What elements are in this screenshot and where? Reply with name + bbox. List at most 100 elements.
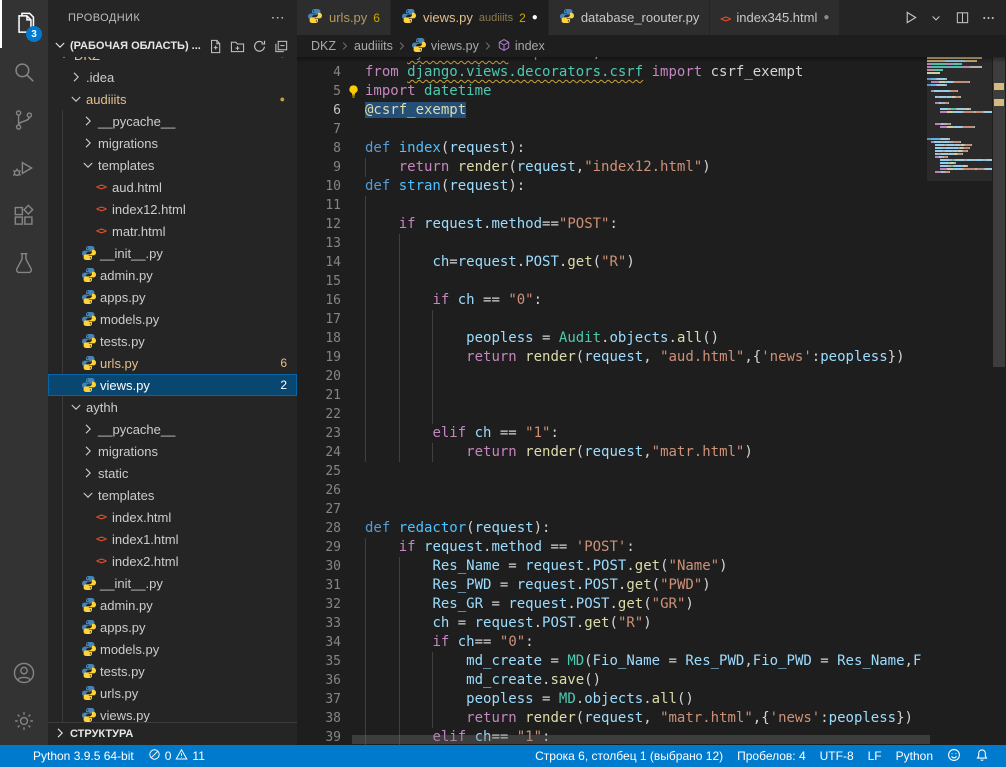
code-line-12[interactable]: 12 if request.method=="POST":: [297, 215, 1006, 234]
collapse-all-button[interactable]: [271, 36, 291, 56]
activity-search-button[interactable]: [0, 48, 48, 96]
tab-views.py[interactable]: views.pyaudiiits2●: [391, 0, 549, 35]
tree-item-matr.html[interactable]: <>matr.html: [48, 220, 297, 242]
tree-item-static[interactable]: static: [48, 462, 297, 484]
lightbulb-icon[interactable]: [346, 84, 361, 105]
tree-item-apps.py[interactable]: apps.py: [48, 616, 297, 638]
tab-database_roouter.py[interactable]: database_roouter.py: [549, 0, 711, 35]
activity-run-and-debug-button[interactable]: [0, 144, 48, 192]
status-language-mode[interactable]: Python: [889, 745, 940, 767]
code-line-28[interactable]: 28def redactor(request):: [297, 519, 1006, 538]
code-line-5[interactable]: 5import datetime: [297, 82, 1006, 101]
outline-section-header[interactable]: СТРУКТУРА: [48, 722, 297, 745]
modified-dot-icon[interactable]: ●: [823, 12, 829, 23]
status-feedback[interactable]: [940, 745, 968, 767]
code-line-33[interactable]: 33 ch = request.POST.get("R"): [297, 614, 1006, 633]
tree-item-templates[interactable]: templates: [48, 154, 297, 176]
tree-item-views.py[interactable]: views.py: [48, 704, 297, 723]
activity-settings-button[interactable]: [0, 697, 48, 745]
status-notifications[interactable]: [968, 745, 996, 767]
tree-item-tests.py[interactable]: tests.py: [48, 330, 297, 352]
activity-explorer-button[interactable]: 3: [0, 0, 48, 48]
code-line-38[interactable]: 38 return render(request, "matr.html",{'…: [297, 709, 1006, 728]
status-eol[interactable]: LF: [861, 745, 889, 767]
explorer-more-actions-icon[interactable]: ⋯: [271, 9, 285, 26]
code-line-8[interactable]: 8def index(request):: [297, 139, 1006, 158]
code-line-11[interactable]: 11: [297, 196, 1006, 215]
tree-item-__init__.py[interactable]: __init__.py: [48, 242, 297, 264]
tab-index345.html[interactable]: <>index345.html●: [710, 0, 840, 35]
tree-item-aythh[interactable]: aythh: [48, 396, 297, 418]
code-line-27[interactable]: 27: [297, 500, 1006, 519]
tree-item-models.py[interactable]: models.py: [48, 308, 297, 330]
code-line-23[interactable]: 23 elif ch == "1":: [297, 424, 1006, 443]
tree-item-urls.py[interactable]: urls.py: [48, 682, 297, 704]
tree-item-DKZ[interactable]: DKZ●: [48, 57, 297, 66]
code-line-36[interactable]: 36 md_create.save(): [297, 671, 1006, 690]
tree-item-.idea[interactable]: .idea: [48, 66, 297, 88]
code-line-30[interactable]: 30 Res_Name = request.POST.get("Name"): [297, 557, 1006, 576]
status-cursor-position[interactable]: Строка 6, столбец 1 (выбрано 12): [528, 745, 730, 767]
code-line-19[interactable]: 19 return render(request, "aud.html",{'n…: [297, 348, 1006, 367]
code-line-20[interactable]: 20: [297, 367, 1006, 386]
code-line-32[interactable]: 32 Res_GR = request.POST.get("GR"): [297, 595, 1006, 614]
workspace-section-header[interactable]: (РАБОЧАЯ ОБЛАСТЬ) ...: [48, 35, 297, 57]
tree-item-models.py[interactable]: models.py: [48, 638, 297, 660]
code-line-4[interactable]: 4from django.views.decorators.csrf impor…: [297, 63, 1006, 82]
code-line-31[interactable]: 31 Res_PWD = request.POST.get("PWD"): [297, 576, 1006, 595]
status-encoding[interactable]: UTF-8: [813, 745, 861, 767]
tree-item-index2.html[interactable]: <>index2.html: [48, 550, 297, 572]
new-file-button[interactable]: [205, 36, 225, 56]
vertical-scrollbar[interactable]: [992, 57, 1006, 745]
tree-item-tests.py[interactable]: tests.py: [48, 660, 297, 682]
code-line-26[interactable]: 26: [297, 481, 1006, 500]
more-actions-button[interactable]: [978, 8, 998, 28]
tree-item-admin.py[interactable]: admin.py: [48, 594, 297, 616]
refresh-button[interactable]: [249, 36, 269, 56]
code-line-37[interactable]: 37 peopless = MD.objects.all(): [297, 690, 1006, 709]
code-line-35[interactable]: 35 md_create = MD(Fio_Name = Res_PWD,Fio…: [297, 652, 1006, 671]
breadcrumb-item-audiiits[interactable]: audiiits: [354, 39, 393, 53]
run-python-file-button[interactable]: [900, 8, 920, 28]
status-python-interpreter[interactable]: Python 3.9.5 64-bit: [26, 745, 141, 767]
code-editor[interactable]: 3from aythh.models import MD,Audit4from …: [297, 57, 1006, 745]
new-folder-button[interactable]: [227, 36, 247, 56]
tree-item-apps.py[interactable]: apps.py: [48, 286, 297, 308]
activity-testing-button[interactable]: [0, 240, 48, 288]
tree-item-__pycache__[interactable]: __pycache__: [48, 110, 297, 132]
minimap-slider[interactable]: [927, 57, 992, 181]
activity-source-control-button[interactable]: [0, 96, 48, 144]
tree-item-templates[interactable]: templates: [48, 484, 297, 506]
tree-item-migrations[interactable]: migrations: [48, 132, 297, 154]
tree-item-audiiits[interactable]: audiiits●: [48, 88, 297, 110]
code-line-24[interactable]: 24 return render(request,"matr.html"): [297, 443, 1006, 462]
tree-item-admin.py[interactable]: admin.py: [48, 264, 297, 286]
minimap[interactable]: [927, 57, 992, 745]
activity-accounts-button[interactable]: [0, 649, 48, 697]
tree-item-index1.html[interactable]: <>index1.html: [48, 528, 297, 550]
activity-extensions-button[interactable]: [0, 192, 48, 240]
code-line-6[interactable]: 6@csrf_exempt: [297, 101, 1006, 120]
modified-dot-icon[interactable]: ●: [532, 12, 538, 23]
tree-item-urls.py[interactable]: urls.py6: [48, 352, 297, 374]
code-line-14[interactable]: 14 ch=request.POST.get("R"): [297, 253, 1006, 272]
code-line-21[interactable]: 21: [297, 386, 1006, 405]
code-line-29[interactable]: 29 if request.method == 'POST':: [297, 538, 1006, 557]
tree-item-index.html[interactable]: <>index.html: [48, 506, 297, 528]
code-line-25[interactable]: 25: [297, 462, 1006, 481]
code-line-10[interactable]: 10def stran(request):: [297, 177, 1006, 196]
tree-item-__pycache__[interactable]: __pycache__: [48, 418, 297, 440]
breadcrumb-item-DKZ[interactable]: DKZ: [311, 39, 336, 53]
code-line-13[interactable]: 13: [297, 234, 1006, 253]
horizontal-scrollbar-thumb[interactable]: [352, 735, 930, 744]
tree-item-index12.html[interactable]: <>index12.html: [48, 198, 297, 220]
status-problems[interactable]: 011: [141, 745, 212, 767]
tree-item-aud.html[interactable]: <>aud.html: [48, 176, 297, 198]
tree-item-views.py[interactable]: views.py2: [48, 374, 297, 396]
breadcrumb-item-views.py[interactable]: views.py: [411, 37, 479, 56]
tree-item-__init__.py[interactable]: __init__.py: [48, 572, 297, 594]
run-dropdown-button[interactable]: [926, 8, 946, 28]
split-editor-button[interactable]: [952, 8, 972, 28]
tree-item-migrations[interactable]: migrations: [48, 440, 297, 462]
tab-urls.py[interactable]: urls.py6: [297, 0, 391, 35]
